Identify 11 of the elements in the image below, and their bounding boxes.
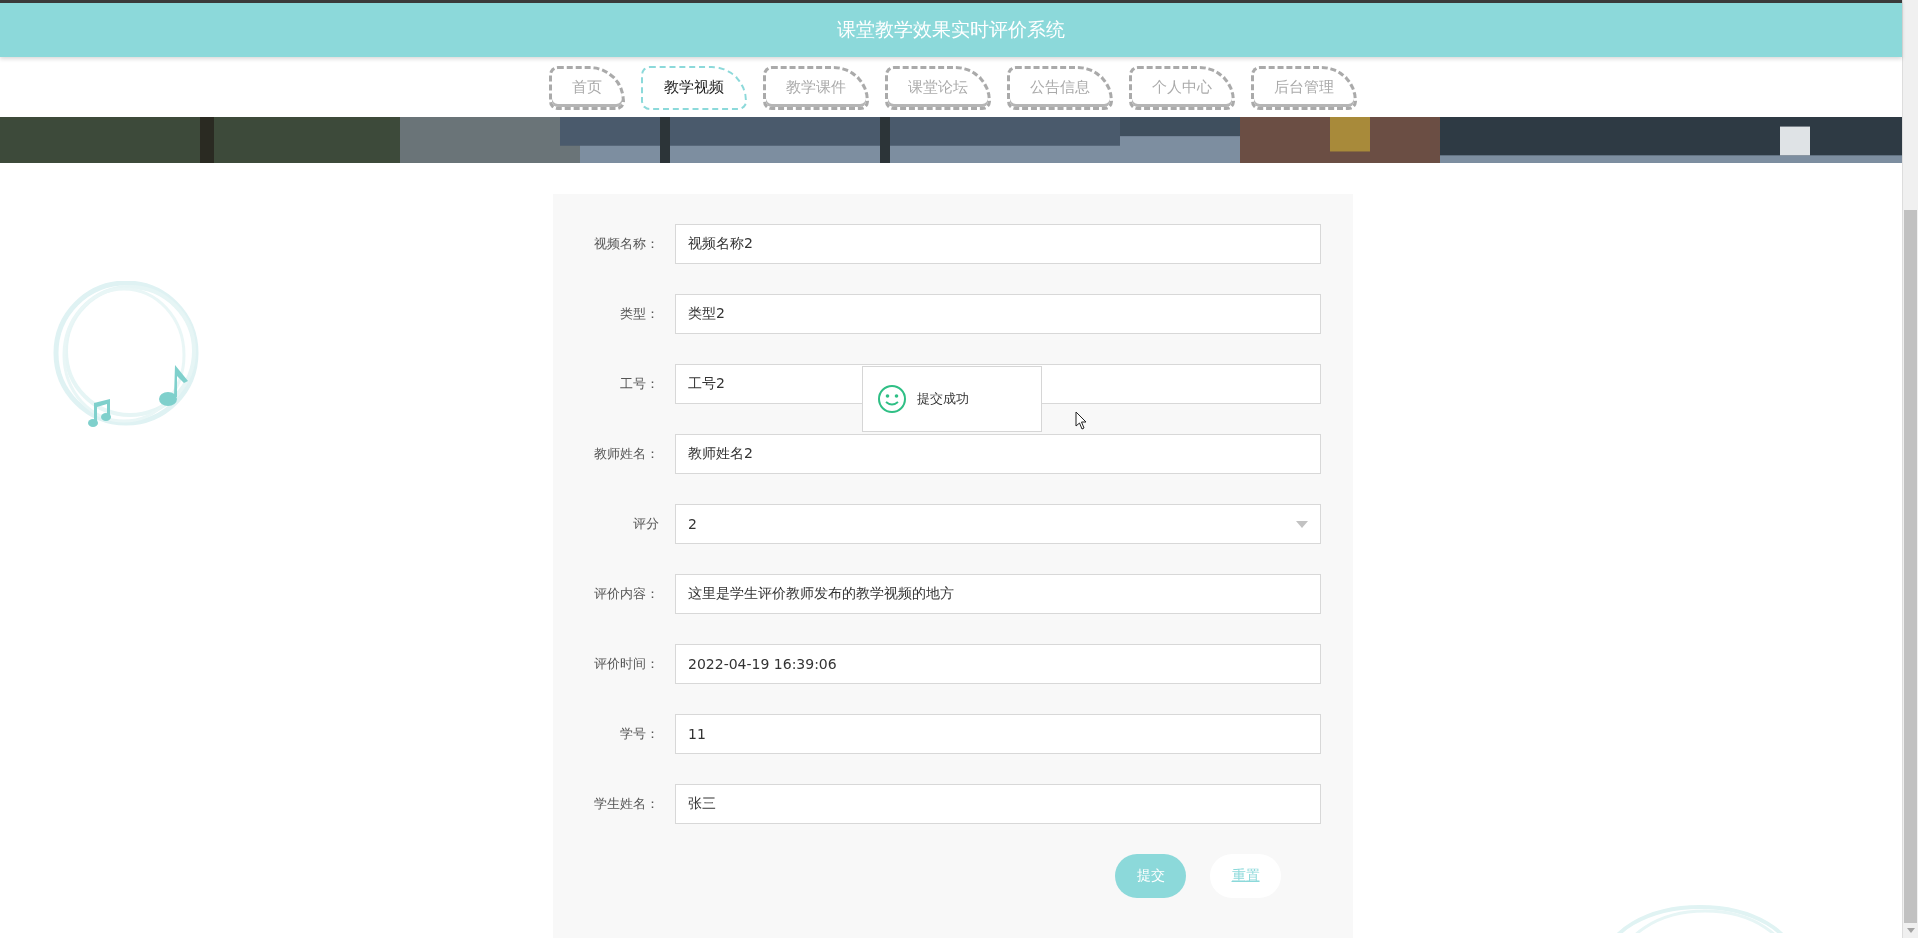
- site-title: 课堂教学效果实时评价系统: [837, 16, 1065, 42]
- field-label: 类型：: [619, 305, 660, 323]
- field-label: 学生姓名：: [593, 795, 660, 813]
- field-label: 评价内容：: [593, 585, 660, 603]
- field-label: 学号：: [619, 725, 660, 743]
- field-label: 评价时间：: [593, 655, 660, 673]
- field-label: 工号：: [619, 375, 660, 393]
- toast-text: 提交成功: [917, 390, 969, 408]
- field-label: 评分: [632, 515, 660, 533]
- field-label: 视频名称：: [593, 235, 660, 253]
- field-label: 教师姓名：: [593, 445, 660, 463]
